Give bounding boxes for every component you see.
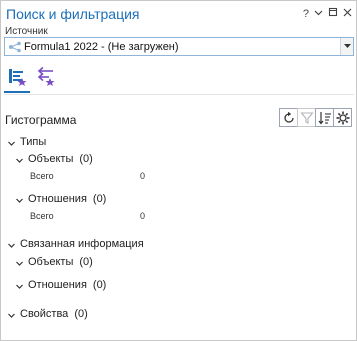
chevron-down-icon — [15, 155, 24, 164]
histogram-title: Гистограмма — [5, 113, 77, 127]
source-dropdown-arrow[interactable] — [340, 38, 353, 55]
histogram-tools — [279, 108, 352, 127]
tree-label: Свойства — [20, 308, 69, 320]
search-filter-panel: Поиск и фильтрация ? Источник Formula1 2… — [0, 0, 357, 341]
link-mode-button[interactable] — [32, 63, 58, 93]
pin-button[interactable] — [328, 7, 338, 20]
close-button[interactable] — [343, 8, 352, 20]
total-value: 0 — [140, 171, 146, 181]
gear-icon — [336, 111, 350, 125]
histogram-mode-button[interactable] — [4, 63, 30, 93]
chevron-down-icon — [314, 10, 323, 15]
chevron-down-icon — [7, 138, 16, 147]
settings-button[interactable] — [333, 108, 352, 127]
chevron-down-icon — [344, 44, 351, 48]
pin-icon — [328, 7, 338, 17]
tree-node-related-objects[interactable]: Объекты (0) — [15, 256, 93, 268]
tree-node-types-relations[interactable]: Отношения (0) — [15, 193, 106, 205]
close-icon — [343, 8, 352, 16]
options-menu-button[interactable] — [314, 8, 323, 20]
tree-count: (0) — [79, 153, 93, 165]
source-dropdown[interactable]: Formula1 2022 - (Не загружен) — [4, 37, 354, 56]
sort-icon — [318, 112, 331, 125]
help-button[interactable]: ? — [303, 8, 309, 20]
tree-count: (0) — [92, 193, 107, 205]
tree-node-types[interactable]: Типы — [7, 136, 46, 148]
tree-label: Объекты — [28, 256, 74, 268]
panel-title: Поиск и фильтрация — [6, 6, 140, 22]
tree-count: (0) — [74, 308, 88, 320]
tree-node-related-relations[interactable]: Отношения (0) — [15, 279, 106, 291]
total-label: Всего — [30, 211, 54, 221]
chevron-down-icon — [7, 240, 16, 249]
divider — [4, 94, 354, 95]
tree-label: Объекты — [28, 153, 74, 165]
link-arrows-icon — [37, 66, 55, 86]
total-label: Всего — [30, 171, 54, 181]
tree-node-related[interactable]: Связанная информация — [7, 238, 144, 250]
source-value: Formula1 2022 - (Не загружен) — [24, 41, 179, 53]
chevron-down-icon — [15, 258, 24, 267]
refresh-button[interactable] — [279, 108, 298, 127]
chevron-down-icon — [7, 310, 16, 319]
title-bar: Поиск и фильтрация ? — [1, 1, 356, 25]
histogram-list-icon — [9, 69, 27, 86]
tree-label: Отношения — [28, 279, 87, 291]
tree-count: (0) — [79, 256, 93, 268]
total-value: 0 — [140, 211, 146, 221]
tree-label: Отношения — [28, 193, 87, 205]
sort-button[interactable] — [315, 108, 334, 127]
filter-icon — [300, 112, 314, 124]
mode-toolbar — [4, 63, 64, 93]
tree-node-properties[interactable]: Свойства (0) — [7, 308, 88, 320]
dataset-icon — [9, 41, 21, 53]
tree-label: Связанная информация — [20, 238, 144, 250]
chevron-down-icon — [15, 281, 24, 290]
tree-label: Типы — [20, 136, 47, 148]
chevron-down-icon — [15, 195, 24, 204]
tree-count: (0) — [92, 279, 107, 291]
tree-node-types-objects[interactable]: Объекты (0) — [15, 153, 93, 165]
refresh-icon — [284, 111, 294, 123]
source-label: Источник — [5, 26, 48, 37]
window-controls: ? — [303, 7, 352, 20]
filter-button[interactable] — [297, 108, 316, 127]
